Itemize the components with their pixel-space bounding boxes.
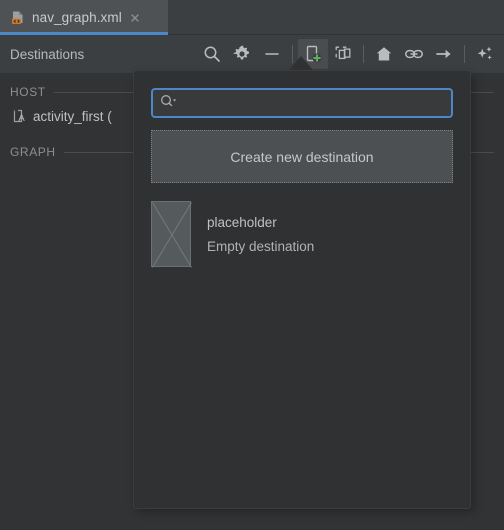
toolbar-separator-2 (363, 45, 364, 63)
activity-icon: A (12, 108, 28, 124)
list-item-subtitle: Empty destination (207, 238, 315, 254)
new-nested-graph-icon[interactable] (328, 39, 358, 69)
editor-tab-nav-graph[interactable]: nav_graph.xml (0, 0, 168, 35)
list-item-title: placeholder (207, 214, 277, 230)
sparkle-icon[interactable] (470, 39, 500, 69)
arrow-right-icon[interactable] (429, 39, 459, 69)
minus-icon[interactable] (257, 39, 287, 69)
create-new-destination-label: Create new destination (230, 148, 374, 165)
search-icon[interactable] (197, 39, 227, 69)
new-destination-popup: Create new destination placeholder Empty… (133, 70, 471, 509)
list-item[interactable]: placeholder Empty destination (134, 197, 470, 271)
editor-toolbar (197, 35, 500, 73)
xml-file-icon (10, 10, 26, 26)
destination-list: placeholder Empty destination (134, 197, 470, 271)
navigation-editor-window: nav_graph.xml Destinations HOST A activi… (0, 0, 504, 530)
popup-search-row (134, 71, 470, 118)
search-dropdown-icon[interactable] (159, 93, 179, 114)
link-icon[interactable] (399, 39, 429, 69)
page-title: Destinations (10, 46, 85, 62)
svg-text:A: A (18, 113, 25, 124)
destinations-panel-header: Destinations (0, 35, 504, 73)
search-input[interactable] (179, 95, 445, 111)
search-field[interactable] (151, 88, 453, 118)
list-item-label: activity_first ( (33, 108, 112, 124)
gear-icon[interactable] (227, 39, 257, 69)
list-item-texts: placeholder Empty destination (207, 215, 314, 254)
section-label-host: HOST (10, 85, 46, 99)
close-icon[interactable] (128, 11, 142, 25)
popup-arrow (289, 56, 313, 70)
editor-tab-label: nav_graph.xml (32, 10, 122, 25)
create-new-destination-button[interactable]: Create new destination (151, 130, 453, 183)
home-icon[interactable] (369, 39, 399, 69)
editor-tab-bar: nav_graph.xml (0, 0, 504, 35)
placeholder-thumbnail-icon (151, 201, 192, 268)
toolbar-separator-3 (464, 45, 465, 63)
section-label-graph: GRAPH (10, 145, 56, 159)
